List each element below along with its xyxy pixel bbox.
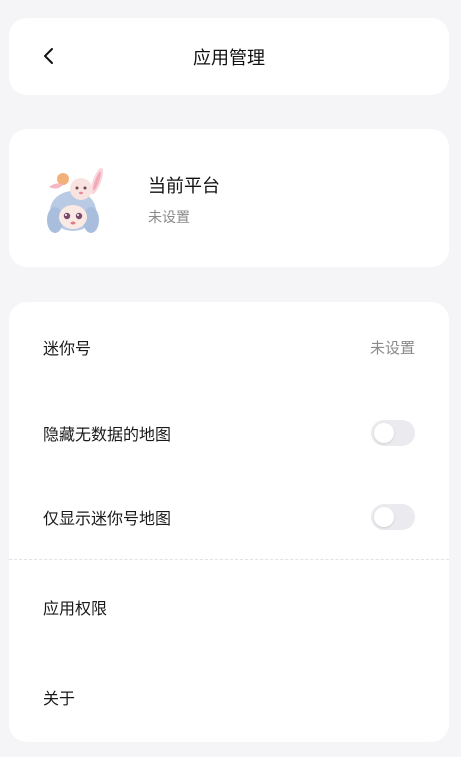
header-bar: 应用管理 (9, 18, 449, 95)
show-mini-id-maps-only-label: 仅显示迷你号地图 (43, 509, 172, 528)
toggle-knob (374, 423, 394, 443)
mini-id-value: 未设置 (369, 338, 415, 357)
hide-no-data-maps-toggle[interactable] (371, 420, 415, 446)
hide-no-data-maps-label: 隐藏无数据的地图 (43, 425, 172, 444)
about-label: 关于 (43, 689, 76, 708)
page-title: 应用管理 (193, 48, 265, 69)
avatar (43, 165, 113, 235)
app-permissions-label: 应用权限 (43, 599, 108, 618)
setting-hide-no-data-maps: 隐藏无数据的地图 (9, 403, 449, 463)
platform-card[interactable]: 当前平台 未设置 (9, 129, 449, 267)
mini-id-label: 迷你号 (43, 339, 92, 358)
platform-status: 未设置 (148, 210, 190, 226)
setting-show-mini-id-maps-only: 仅显示迷你号地图 (9, 487, 449, 547)
section-divider (9, 559, 449, 560)
settings-list: 迷你号 未设置 隐藏无数据的地图 仅显示迷你号地图 应用权限 关于 (9, 302, 449, 742)
setting-mini-id[interactable]: 迷你号 未设置 (9, 317, 449, 377)
anime-girl-with-bunny-icon (47, 167, 104, 233)
setting-about[interactable]: 关于 (9, 667, 449, 727)
platform-name: 当前平台 (148, 176, 220, 197)
show-mini-id-maps-only-toggle[interactable] (371, 504, 415, 530)
setting-app-permissions[interactable]: 应用权限 (9, 577, 449, 637)
toggle-knob (374, 507, 394, 527)
